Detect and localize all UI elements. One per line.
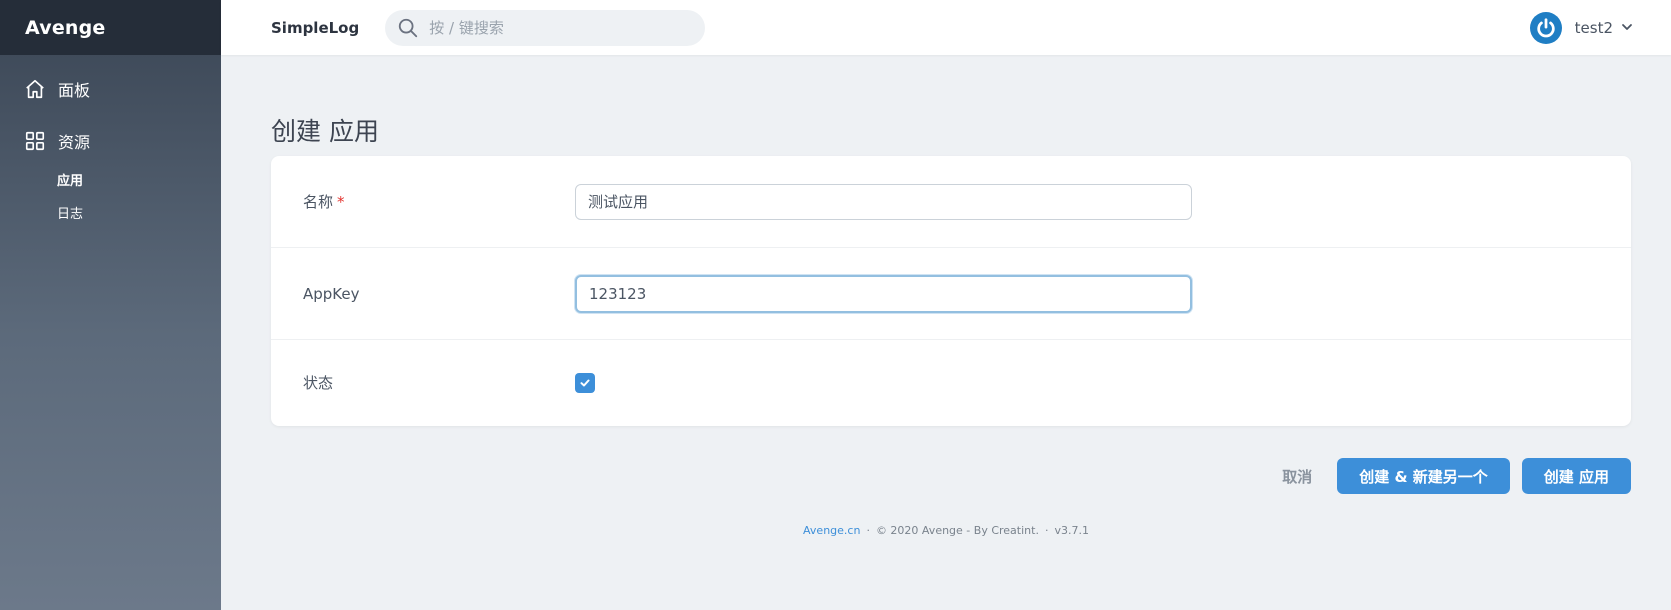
name-label: 名称 * bbox=[303, 193, 345, 211]
copyright-text: © 2020 Avenge - By Creatint. bbox=[875, 524, 1039, 537]
search-input[interactable] bbox=[429, 18, 680, 37]
required-mark: * bbox=[337, 193, 345, 211]
footer: Avenge.cn · © 2020 Avenge - By Creatint. · v… bbox=[221, 524, 1671, 537]
home-icon bbox=[24, 78, 46, 100]
sidebar-subitem-logs[interactable]: 日志 bbox=[57, 198, 221, 231]
form-card: 名称* AppKey 状态 bbox=[271, 156, 1631, 426]
sidebar-nav: 面板 资源 应用 日志 bbox=[0, 55, 221, 231]
sidebar-subitem-apps[interactable]: 应用 bbox=[57, 165, 221, 198]
appkey-label: AppKey bbox=[303, 284, 360, 303]
name-input[interactable] bbox=[575, 183, 1192, 220]
cancel-button[interactable]: 取消 bbox=[1282, 466, 1312, 487]
form-row-name: 名称 * bbox=[271, 156, 1631, 248]
sidebar-item-label: 面板 bbox=[58, 81, 91, 100]
topbar: SimpleLog test2 bbox=[221, 0, 1671, 55]
status-checkbox[interactable] bbox=[575, 372, 595, 393]
form-actions: 取消 创建 & 新建另一个 创建 应用 bbox=[1282, 458, 1631, 494]
check-icon bbox=[580, 379, 590, 386]
grid-icon bbox=[24, 130, 46, 152]
chevron-down-icon bbox=[1621, 18, 1633, 37]
search-icon bbox=[397, 17, 419, 39]
sidebar-item-label: 资源 bbox=[58, 133, 91, 152]
brand-logo[interactable]: Avenge bbox=[25, 17, 106, 39]
create-button[interactable]: 创建 应用 bbox=[1521, 458, 1631, 494]
app-name[interactable]: SimpleLog bbox=[271, 19, 359, 37]
appkey-input[interactable] bbox=[575, 274, 1192, 313]
avatar bbox=[1529, 11, 1562, 44]
sidebar-subnav: 应用 日志 bbox=[0, 165, 221, 231]
version-text: v3.7.1 bbox=[1054, 524, 1089, 537]
sidebar-item-dashboard[interactable]: 面板 bbox=[0, 69, 221, 109]
footer-link[interactable]: Avenge.cn bbox=[803, 524, 860, 537]
user-name: test2 bbox=[1574, 18, 1613, 37]
user-menu[interactable]: test2 bbox=[1529, 0, 1633, 55]
page-title: 创建 应用 bbox=[271, 117, 379, 146]
form-row-appkey: AppKey bbox=[271, 248, 1631, 340]
footer-separator: · bbox=[866, 524, 870, 537]
status-label: 状态 bbox=[303, 374, 334, 392]
sidebar-item-resources[interactable]: 资源 bbox=[0, 121, 221, 161]
search-box[interactable] bbox=[385, 9, 706, 46]
brand-bar: Avenge bbox=[0, 0, 221, 55]
sidebar: Avenge 面板 资源 应用 日志 bbox=[0, 0, 221, 610]
footer-separator: · bbox=[1044, 524, 1049, 537]
create-and-add-another-button[interactable]: 创建 & 新建另一个 bbox=[1337, 458, 1510, 494]
form-row-status: 状态 bbox=[271, 340, 1631, 425]
